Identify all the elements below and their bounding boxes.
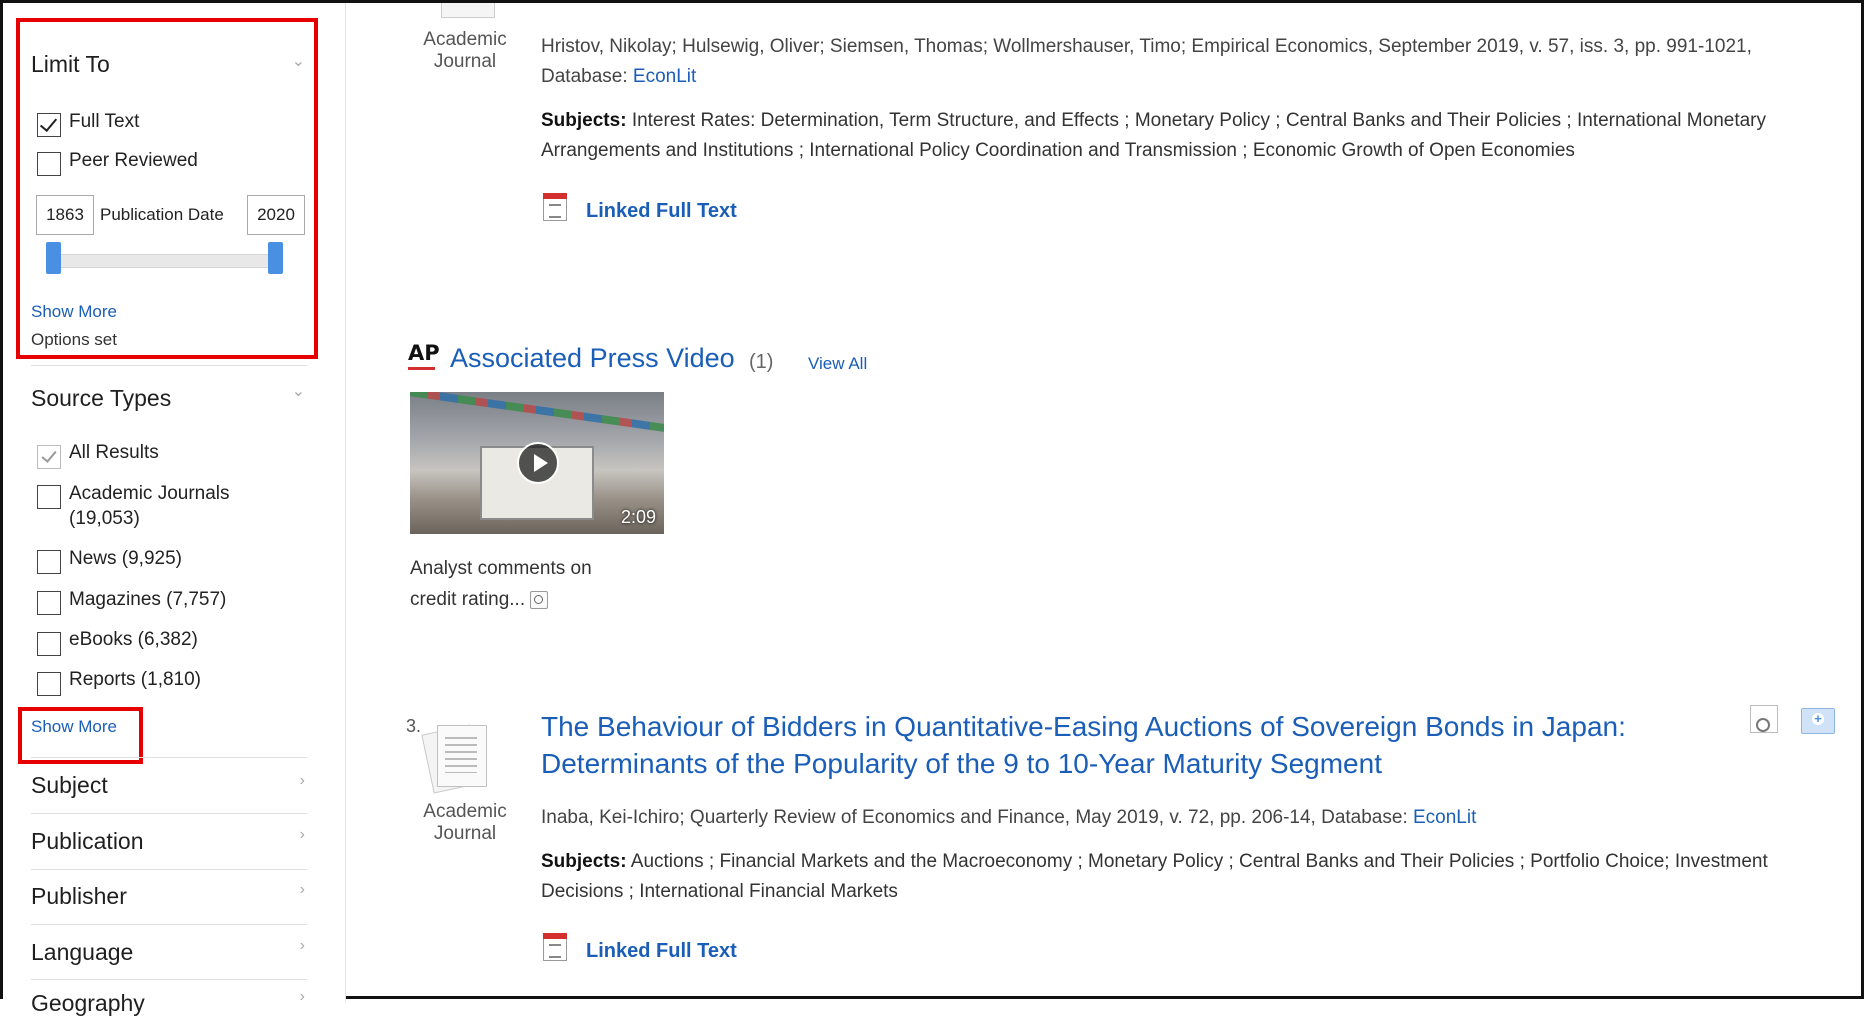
full-text-checkbox[interactable]: [37, 113, 61, 137]
result-2-doc-type: Academic Journal: [423, 29, 507, 72]
video-thumbnail[interactable]: 2:09: [410, 392, 664, 534]
ticker-band: [410, 392, 664, 432]
result-2-db-label: Database:: [541, 66, 633, 87]
document-thumbnail-icon: [441, 3, 495, 18]
source-reports-label[interactable]: Reports (1,810): [69, 667, 201, 692]
ebooks-checkbox[interactable]: [37, 632, 61, 656]
facet-sidebar: Limit To ⌄ Full Text Peer Reviewed 1863 …: [3, 3, 346, 1016]
result-3-number: 3.: [406, 716, 422, 736]
video-duration: 2:09: [620, 507, 656, 527]
facet-publication[interactable]: Publication: [31, 828, 144, 855]
pdf-icon[interactable]: [543, 193, 567, 221]
ap-video-title-link[interactable]: Associated Press Video: [450, 343, 735, 374]
source-magazines-label[interactable]: Magazines (7,757): [69, 587, 226, 612]
date-slider-track[interactable]: [51, 254, 273, 268]
source-all-results-label[interactable]: All Results: [69, 440, 159, 465]
peer-reviewed-checkbox[interactable]: [37, 152, 61, 176]
chevron-down-icon[interactable]: ⌄: [292, 51, 305, 71]
preview-icon[interactable]: [1750, 705, 1778, 733]
chevron-right-icon[interactable]: ›: [300, 881, 305, 899]
full-text-label[interactable]: Full Text: [69, 109, 139, 134]
chevron-right-icon[interactable]: ›: [300, 937, 305, 955]
magazines-checkbox[interactable]: [37, 591, 61, 615]
news-checkbox[interactable]: [37, 550, 61, 574]
source-types-heading[interactable]: Source Types: [31, 385, 171, 412]
divider: [31, 869, 307, 870]
chevron-down-icon[interactable]: ⌄: [292, 381, 305, 401]
facet-publisher[interactable]: Publisher: [31, 883, 127, 910]
result-3-doc-type: Academic Journal: [423, 801, 507, 844]
result-3-title-link[interactable]: The Behaviour of Bidders in Quantitative…: [541, 708, 1641, 782]
limit-to-heading[interactable]: Limit To: [31, 51, 110, 78]
result-3-econlit-link[interactable]: EconLit: [1413, 807, 1476, 828]
result-3-subject-list[interactable]: Auctions ; Financial Markets and the Mac…: [541, 851, 1768, 902]
divider: [31, 979, 307, 980]
divider: [31, 365, 307, 366]
source-types-show-more-link[interactable]: Show More: [31, 717, 117, 737]
result-2-subject-list[interactable]: Interest Rates: Determination, Term Stru…: [541, 110, 1766, 161]
reports-checkbox[interactable]: [37, 672, 61, 696]
video-caption: Analyst comments on credit rating...: [410, 553, 592, 615]
source-academic-journals-count[interactable]: (19,053): [69, 506, 140, 531]
pdf-icon[interactable]: [543, 933, 567, 961]
video-caption-line-1: Analyst comments on: [410, 558, 592, 579]
result-2-subjects: Subjects: Interest Rates: Determination,…: [541, 106, 1791, 166]
date-slider-min-handle[interactable]: [46, 242, 61, 274]
academic-journals-checkbox[interactable]: [37, 485, 61, 509]
divider: [31, 924, 307, 925]
result-3-authors-source: Inaba, Kei-Ichiro; Quarterly Review of E…: [541, 807, 1413, 828]
result-3-meta: Inaba, Kei-Ichiro; Quarterly Review of E…: [541, 803, 1841, 833]
result-3-linked-full-text-link[interactable]: Linked Full Text: [586, 940, 737, 963]
add-to-folder-icon[interactable]: +: [1801, 708, 1835, 734]
result-2-subjects-label: Subjects:: [541, 110, 627, 131]
ap-logo: AP: [408, 341, 440, 365]
date-to-input[interactable]: 2020: [247, 195, 305, 235]
ap-logo-underline: [408, 367, 435, 370]
divider: [31, 757, 307, 758]
ap-view-all-link[interactable]: View All: [808, 354, 867, 374]
result-2-econlit-link[interactable]: EconLit: [633, 66, 696, 87]
date-from-input[interactable]: 1863: [36, 195, 94, 235]
source-ebooks-label[interactable]: eBooks (6,382): [69, 627, 198, 652]
facet-subject[interactable]: Subject: [31, 772, 108, 799]
chevron-right-icon[interactable]: ›: [300, 988, 305, 1006]
result-3-subjects-label: Subjects:: [541, 851, 627, 872]
preview-magnify-icon[interactable]: [530, 590, 549, 609]
source-academic-journals-label[interactable]: Academic Journals: [69, 481, 230, 506]
chevron-right-icon[interactable]: ›: [300, 772, 305, 790]
divider: [31, 813, 307, 814]
result-2-authors-source: Hristov, Nikolay; Hulsewig, Oliver; Siem…: [541, 36, 1752, 57]
chevron-right-icon[interactable]: ›: [300, 826, 305, 844]
video-caption-line-2: credit rating...: [410, 589, 526, 610]
all-results-checkbox[interactable]: [37, 445, 61, 469]
play-icon[interactable]: [517, 442, 559, 484]
facet-geography[interactable]: Geography: [31, 990, 145, 1017]
options-set-text: Options set: [31, 330, 117, 349]
limit-to-show-more-link[interactable]: Show More: [31, 302, 117, 322]
facet-language[interactable]: Language: [31, 939, 133, 966]
result-2-meta: Hristov, Nikolay; Hulsewig, Oliver; Siem…: [541, 32, 1841, 92]
peer-reviewed-label[interactable]: Peer Reviewed: [69, 148, 198, 173]
source-news-label[interactable]: News (9,925): [69, 546, 182, 571]
result-3-subjects: Subjects: Auctions ; Financial Markets a…: [541, 847, 1791, 907]
date-slider-max-handle[interactable]: [268, 242, 283, 274]
document-stack-icon[interactable]: [421, 719, 493, 794]
ap-video-count: (1): [749, 351, 774, 373]
publication-date-label: Publication Date: [100, 205, 224, 224]
result-2-linked-full-text-link[interactable]: Linked Full Text: [586, 200, 737, 223]
